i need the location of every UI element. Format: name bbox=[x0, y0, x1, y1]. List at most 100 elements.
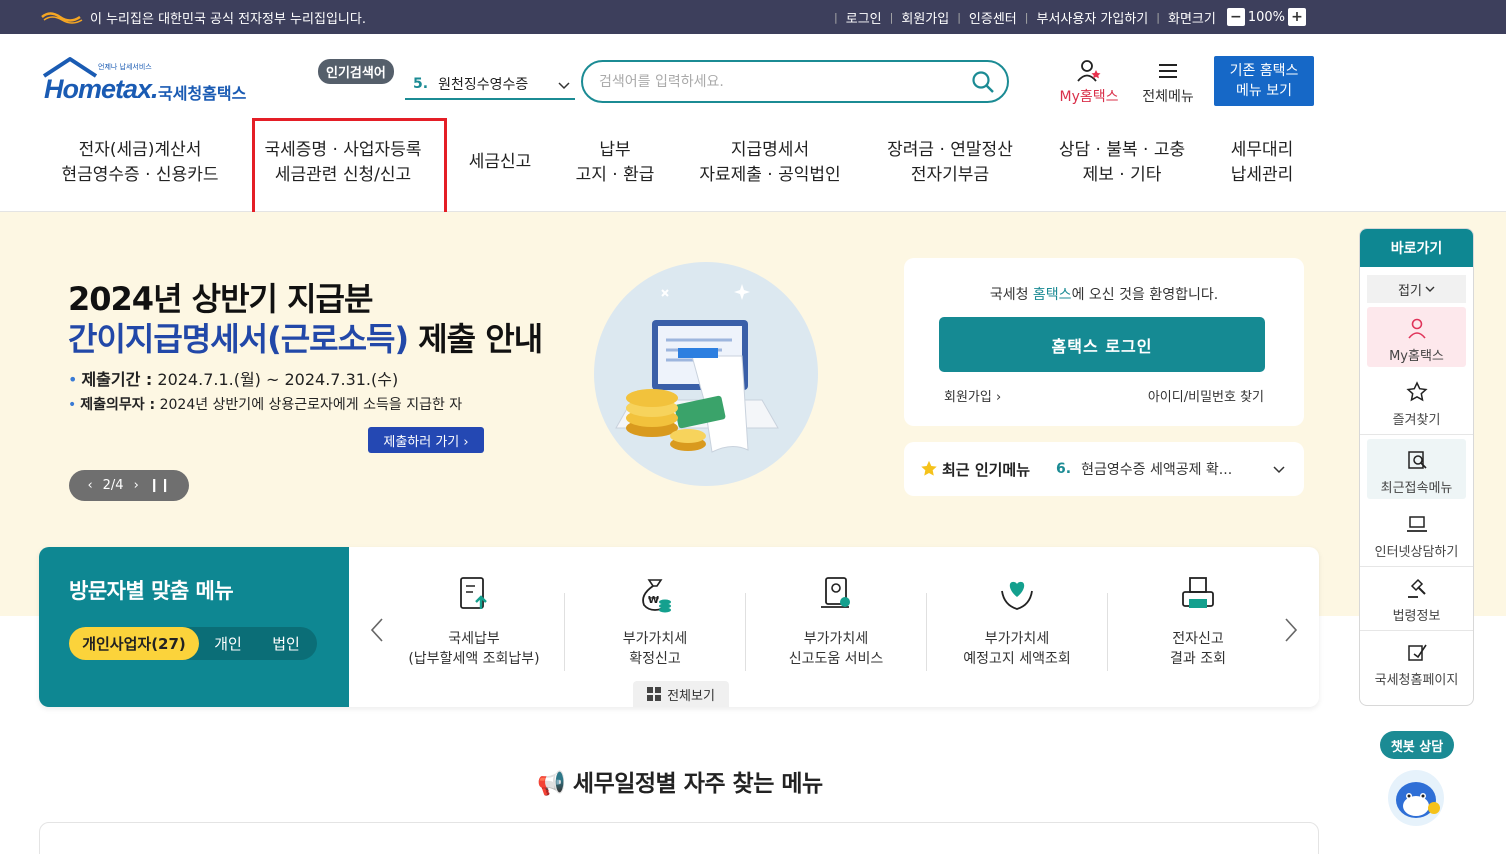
zoom-in-button[interactable]: + bbox=[1288, 8, 1306, 26]
hero-period: • 제출기간 : 2024.7.1.(월) ~ 2024.7.31.(수) bbox=[68, 370, 399, 389]
heart-hands-icon bbox=[1001, 581, 1033, 610]
quick-menu: 바로가기 접기 My홈택스 즐겨찾기 최근접속메뉴 인터넷상담하기 법령정보 국… bbox=[1359, 228, 1474, 706]
quick-fold-button[interactable]: 접기 bbox=[1367, 275, 1466, 303]
quick-menu-title: 바로가기 bbox=[1360, 229, 1473, 267]
nav-tax-agent[interactable]: 세무대리 납세관리 bbox=[1210, 138, 1314, 188]
hero-pager: ‹ 2/4 › ❙❙ bbox=[69, 470, 189, 501]
quick-online-consult[interactable]: 인터넷상담하기 bbox=[1360, 503, 1473, 567]
legacy-menu-line1: 기존 홈택스 bbox=[1229, 63, 1299, 79]
printer-icon bbox=[1182, 577, 1214, 608]
gavel-icon bbox=[1407, 578, 1426, 598]
popular-search-badge: 인기검색어 bbox=[318, 59, 394, 84]
hometax-logo[interactable]: 언제나 납세서비스 Hometax. 국세청홈택스 bbox=[40, 56, 260, 108]
legacy-menu-button[interactable]: 기존 홈택스 메뉴 보기 bbox=[1214, 56, 1314, 106]
nav-incentive-yearend[interactable]: 장려금 · 연말정산 전자기부금 bbox=[870, 138, 1030, 188]
join-link[interactable]: 회원가입 bbox=[901, 8, 949, 27]
schedule-section-title: 📢 세무일정별 자주 찾는 메뉴 bbox=[537, 771, 823, 797]
quick-nts-homepage[interactable]: 국세청홈페이지 bbox=[1360, 631, 1473, 695]
gov-notice-text: 이 누리집은 대한민국 공식 전자정부 누리집입니다. bbox=[90, 11, 366, 27]
visitor-menu-header: 방문자별 맞춤 메뉴 개인사업자(27) 개인 법인 bbox=[39, 547, 349, 707]
visitor-menu-panel: 방문자별 맞춤 메뉴 개인사업자(27) 개인 법인 국세납부 (납부할세액 조… bbox=[39, 547, 1319, 707]
signup-link[interactable]: 회원가입 › bbox=[944, 386, 1001, 405]
cert-center-link[interactable]: 인증센터 bbox=[969, 8, 1017, 27]
svg-text:₩: ₩ bbox=[648, 595, 659, 606]
money-bag-icon: ₩ bbox=[642, 579, 671, 613]
my-label-ko: 홈택스 bbox=[1079, 89, 1119, 105]
tab-corporation[interactable]: 법인 bbox=[257, 627, 315, 660]
megaphone-icon: 📢 bbox=[537, 771, 566, 797]
search-box bbox=[581, 60, 1009, 103]
logo-wordmark: Hometax. bbox=[44, 74, 159, 104]
search-input[interactable] bbox=[599, 70, 959, 94]
quick-favorites[interactable]: 즐겨찾기 bbox=[1360, 371, 1473, 435]
zoom-level: 100% bbox=[1247, 9, 1285, 25]
nav-payment[interactable]: 납부 고지 · 환급 bbox=[560, 138, 670, 188]
chevron-down-icon bbox=[558, 82, 570, 90]
user-icon bbox=[1077, 60, 1101, 82]
visitor-item-vat-preliminary[interactable]: 부가가치세 예정고지 세액조회 bbox=[927, 575, 1107, 669]
hero-submit-button[interactable]: 제출하러 가기 › bbox=[368, 427, 484, 453]
nav-payment-statement[interactable]: 지급명세서 자료제출 · 공익법인 bbox=[690, 138, 850, 188]
star-outline-icon bbox=[1405, 381, 1428, 402]
chevron-down-icon[interactable] bbox=[1272, 462, 1286, 476]
quick-my-hometax[interactable]: My홈택스 bbox=[1367, 307, 1466, 367]
popular-search-select[interactable]: 5. 원천징수영수증 bbox=[405, 70, 575, 100]
welcome-text: 국세청 홈택스에 오신 것을 환영합니다. bbox=[989, 287, 1219, 303]
laptop-receipt-illustration bbox=[594, 262, 818, 486]
tab-individual[interactable]: 개인 bbox=[199, 627, 257, 660]
site-header: 언제나 납세서비스 Hometax. 국세청홈택스 인기검색어 5. 원천징수영… bbox=[0, 34, 1506, 222]
chevron-down-icon bbox=[1425, 286, 1435, 292]
login-link[interactable]: 로그인 bbox=[846, 8, 882, 27]
nav-tax-filing[interactable]: 세금신고 bbox=[450, 150, 550, 175]
find-id-password-link[interactable]: 아이디/비밀번호 찾기 bbox=[1148, 386, 1264, 405]
gov-notice-bar: 이 누리집은 대한민국 공식 전자정부 누리집입니다. | 로그인 | 회원가입… bbox=[0, 0, 1506, 34]
pause-icon[interactable]: ❙❙ bbox=[149, 478, 171, 493]
chatbot-mascot-icon[interactable] bbox=[1386, 768, 1446, 828]
chevron-right-icon[interactable]: › bbox=[134, 478, 139, 493]
tab-individual-business[interactable]: 개인사업자(27) bbox=[69, 627, 199, 660]
schedule-menu-box bbox=[39, 822, 1319, 854]
recent-label: 최근 인기메뉴 bbox=[942, 460, 1031, 479]
quick-recent-menu[interactable]: 최근접속메뉴 bbox=[1367, 439, 1466, 499]
gov-util-links: | 로그인 | 회원가입 | 인증센터 | 부서사용자 가입하기 | 화면크기 … bbox=[834, 0, 1506, 34]
recent-item: 현금영수증 세액공제 확... bbox=[1081, 462, 1233, 478]
legacy-menu-line2: 메뉴 보기 bbox=[1236, 83, 1292, 99]
chevron-left-icon[interactable]: ‹ bbox=[87, 478, 92, 493]
my-hometax-button[interactable]: My홈택스 bbox=[1054, 58, 1124, 106]
search-icon[interactable] bbox=[971, 70, 995, 94]
quick-law-info[interactable]: 법령정보 bbox=[1360, 567, 1473, 631]
login-button[interactable]: 홈택스 로그인 bbox=[939, 317, 1265, 372]
document-upload-icon bbox=[460, 577, 487, 609]
popular-rank: 5. bbox=[413, 76, 429, 92]
screen-size-label: 화면크기 bbox=[1167, 11, 1216, 27]
logo-tagline: 언제나 납세서비스 bbox=[98, 63, 152, 71]
dept-user-join-link[interactable]: 부서사용자 가입하기 bbox=[1036, 8, 1148, 27]
view-all-button[interactable]: 전체보기 bbox=[633, 681, 729, 707]
search-document-icon bbox=[1407, 451, 1427, 469]
all-menu-label: 전체메뉴 bbox=[1142, 89, 1194, 105]
hero-page-indicator: 2/4 bbox=[102, 478, 124, 493]
grid-icon bbox=[647, 687, 662, 701]
gov-notice: 이 누리집은 대한민국 공식 전자정부 누리집입니다. bbox=[40, 8, 366, 27]
visitor-item-tax-payment[interactable]: 국세납부 (납부할세액 조회납부) bbox=[384, 575, 564, 669]
all-menu-button[interactable]: 전체메뉴 bbox=[1136, 58, 1200, 106]
zoom-out-button[interactable]: − bbox=[1226, 8, 1245, 26]
recent-popular-menu[interactable]: 최근 인기메뉴 6. 현금영수증 세액공제 확... bbox=[904, 442, 1304, 496]
main-navigation: 전자(세금)계산서 현금영수증 · 신용카드 국세증명 · 사업자등록 세금관련 신… bbox=[40, 138, 1320, 198]
popular-keyword: 원천징수영수증 bbox=[438, 77, 529, 93]
visitor-item-vat-final[interactable]: ₩ 부가가치세 확정신고 bbox=[565, 575, 745, 669]
star-icon bbox=[921, 460, 937, 476]
nav-highlight-box bbox=[252, 118, 447, 222]
visitor-tabs: 개인사업자(27) 개인 법인 bbox=[69, 627, 317, 660]
nav-consult[interactable]: 상담 · 불복 · 고충 제보 · 기타 bbox=[1044, 138, 1200, 188]
edit-document-icon bbox=[1407, 644, 1427, 661]
laptop-icon bbox=[1406, 516, 1427, 532]
visitor-item-vat-help[interactable]: 부가가치세 신고도움 서비스 bbox=[746, 575, 926, 669]
visitor-item-e-filing-result[interactable]: 전자신고 결과 조회 bbox=[1108, 575, 1288, 669]
my-label-en: My bbox=[1059, 89, 1080, 105]
chevron-left-icon[interactable] bbox=[369, 617, 385, 643]
hero-obligor: • 제출의무자 : 2024년 상반기에 상용근로자에게 소득을 지급한 자 bbox=[68, 397, 463, 413]
recent-rank: 6. bbox=[1056, 461, 1072, 477]
nav-e-invoice[interactable]: 전자(세금)계산서 현금영수증 · 신용카드 bbox=[40, 138, 240, 188]
chatbot-button[interactable]: 챗봇 상담 bbox=[1380, 731, 1454, 759]
